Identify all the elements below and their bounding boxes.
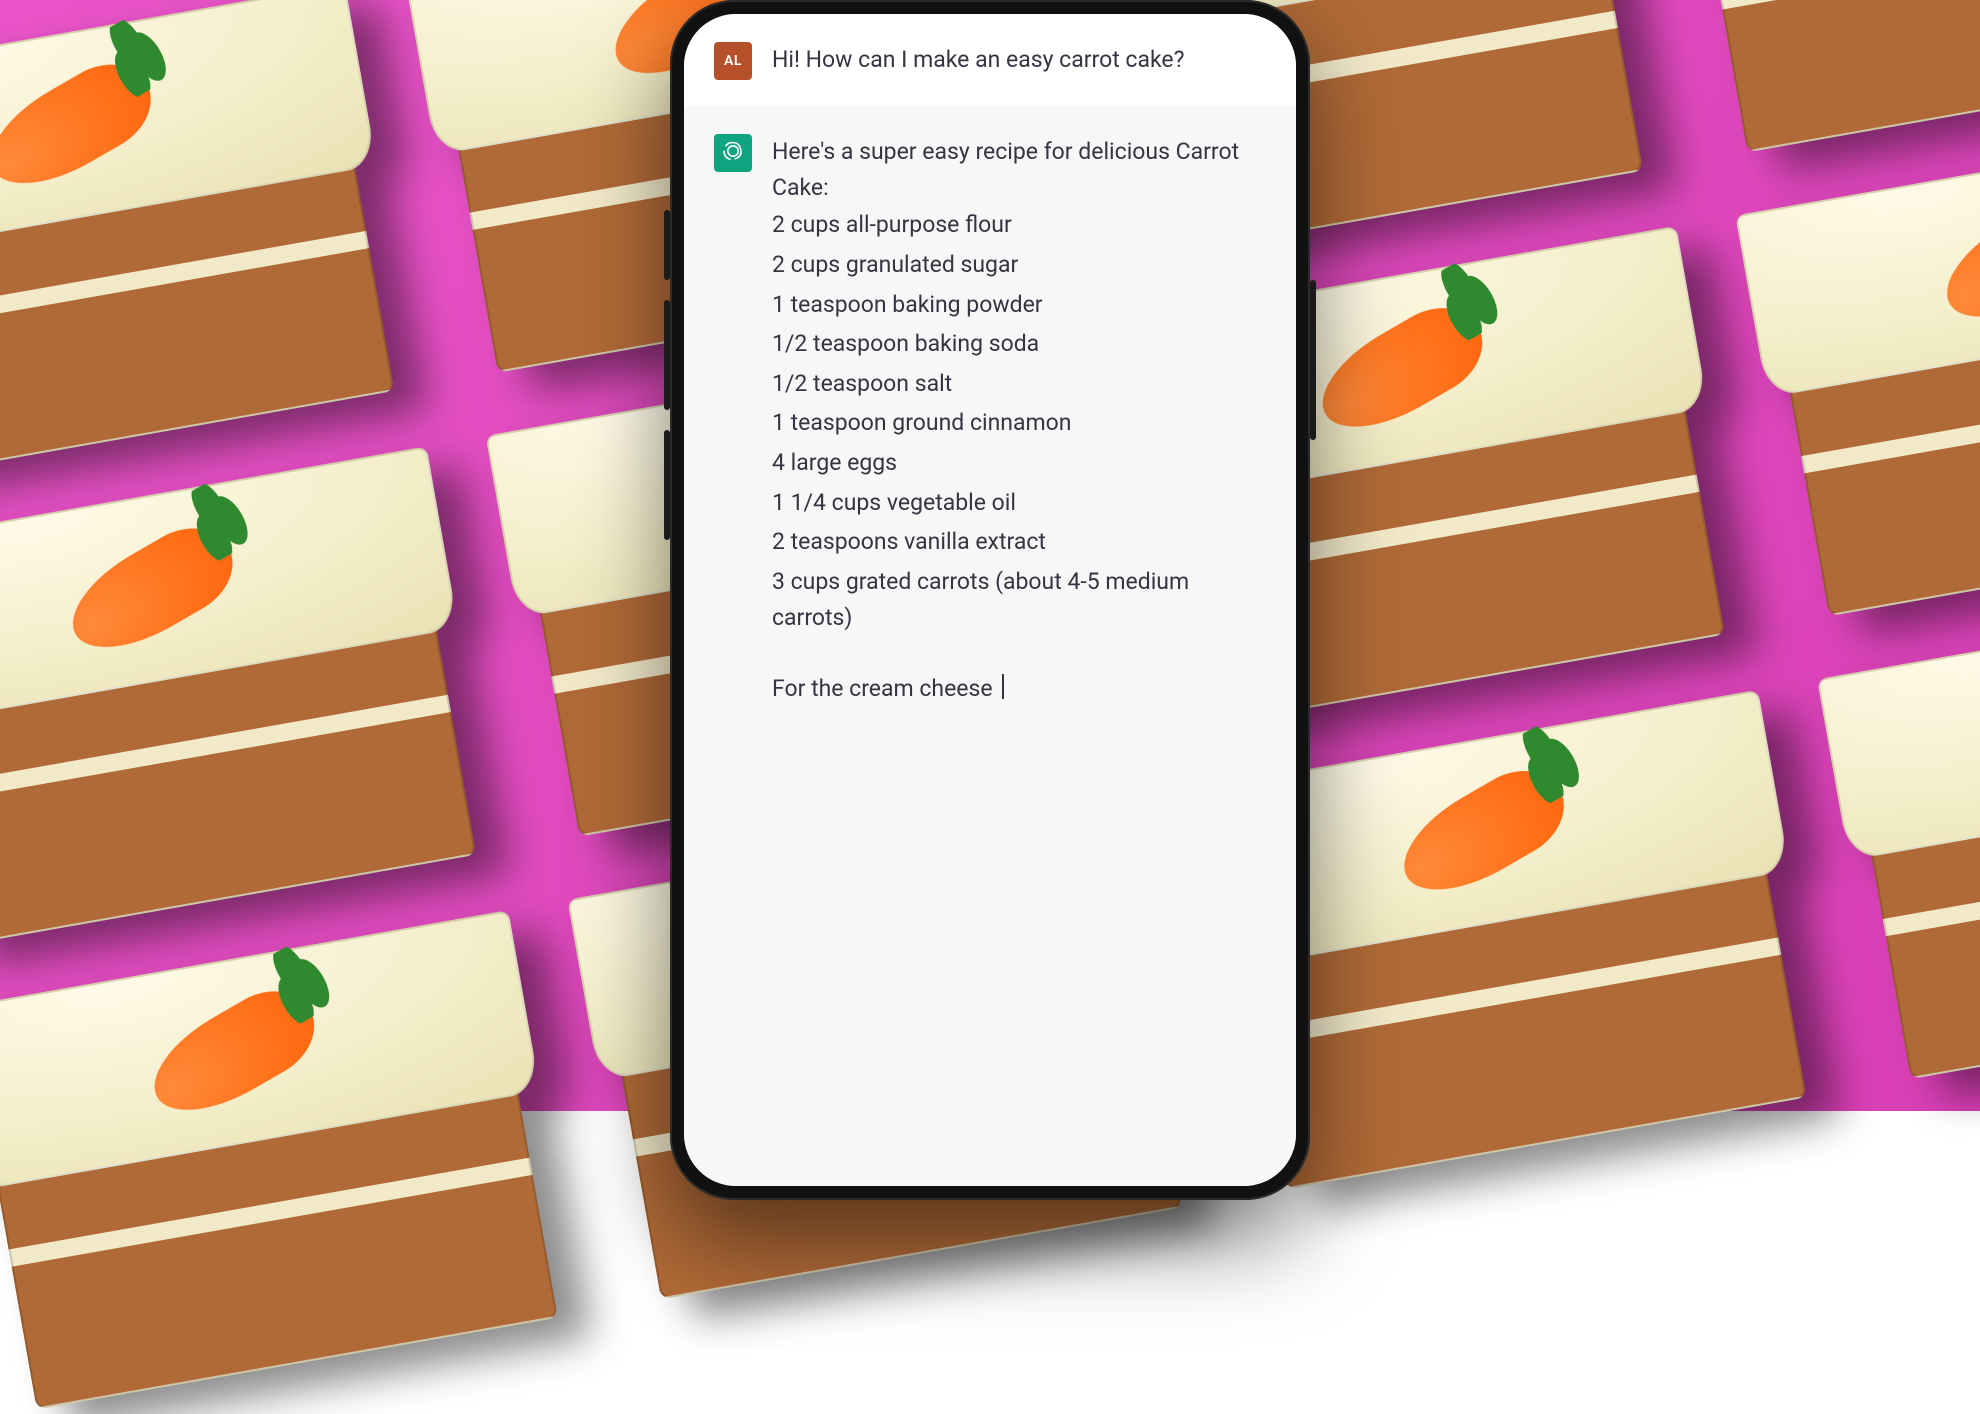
ingredient-line: 1 teaspoon baking powder [772, 287, 1262, 323]
carrot-cake-tile [1654, 0, 1980, 157]
phone-power-button [1310, 280, 1316, 440]
carrot-cake-tile [0, 910, 580, 1414]
phone-frame: AL Hi! How can I make an easy carrot cak… [670, 0, 1310, 1200]
carrot-cake-tile [0, 446, 498, 950]
ingredient-line: 2 cups granulated sugar [772, 247, 1262, 283]
typing-cursor-icon [1002, 674, 1004, 699]
ingredient-list: 2 cups all-purpose flour 2 cups granulat… [772, 207, 1262, 635]
carrot-cake-tile [0, 0, 417, 487]
ingredient-line: 1 teaspoon ground cinnamon [772, 405, 1262, 441]
assistant-message-text: Here's a super easy recipe for delicious… [772, 134, 1262, 707]
assistant-continuation: For the cream cheese [772, 675, 998, 702]
ingredient-line: 4 large eggs [772, 445, 1262, 481]
chat-container[interactable]: AL Hi! How can I make an easy carrot cak… [684, 14, 1296, 1186]
ingredient-line: 2 teaspoons vanilla extract [772, 524, 1262, 560]
ingredient-line: 3 cups grated carrots (about 4-5 medium … [772, 564, 1262, 635]
ingredient-line: 2 cups all-purpose flour [772, 207, 1262, 243]
phone-screen: AL Hi! How can I make an easy carrot cak… [684, 14, 1296, 1186]
openai-logo-icon [721, 139, 745, 167]
ingredient-line: 1/2 teaspoon baking soda [772, 326, 1262, 362]
assistant-avatar [714, 134, 752, 172]
carrot-cake-tile [1817, 579, 1980, 1083]
phone-mute-switch [664, 210, 670, 280]
chat-message-assistant[interactable]: Here's a super easy recipe for delicious… [684, 106, 1296, 1186]
ingredient-line: 1 1/4 cups vegetable oil [772, 485, 1262, 521]
assistant-intro: Here's a super easy recipe for delicious… [772, 138, 1239, 201]
user-avatar: AL [714, 42, 752, 80]
user-message-text: Hi! How can I make an easy carrot cake? [772, 42, 1262, 80]
ingredient-line: 1/2 teaspoon salt [772, 366, 1262, 402]
chat-message-user[interactable]: AL Hi! How can I make an easy carrot cak… [684, 14, 1296, 106]
phone-volume-down [664, 430, 670, 540]
phone-volume-up [664, 300, 670, 410]
carrot-cake-tile [1736, 116, 1980, 620]
user-avatar-initials: AL [724, 53, 742, 69]
